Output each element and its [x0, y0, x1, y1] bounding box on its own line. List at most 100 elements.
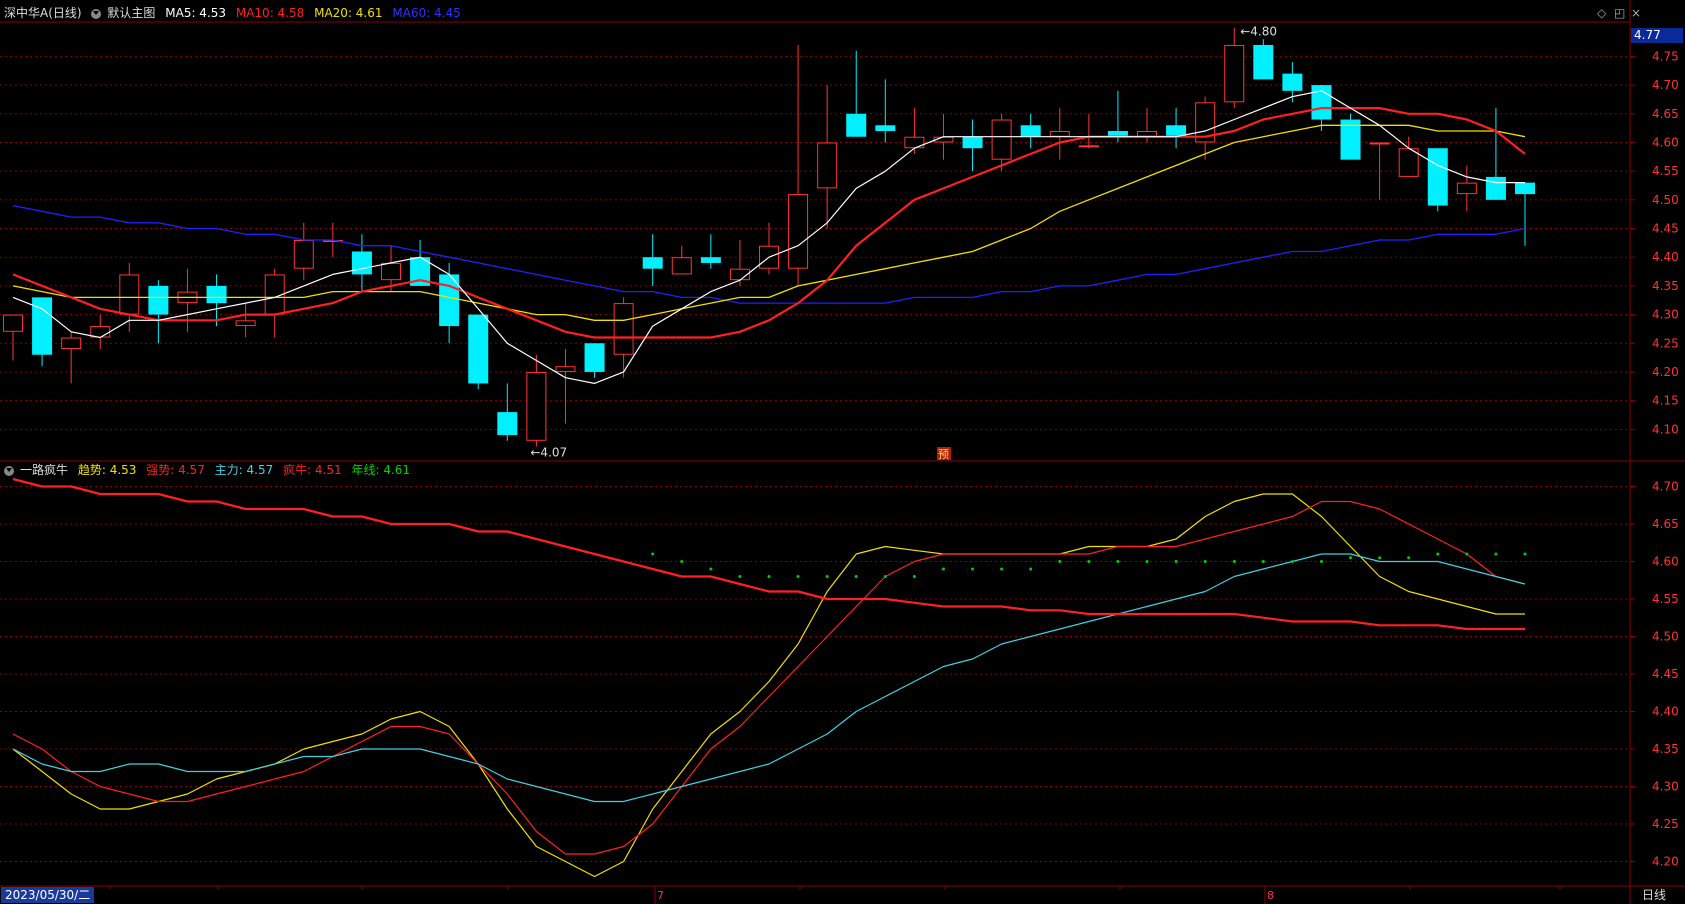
- price-tick-label: 4.30: [1652, 308, 1679, 322]
- month-label: 7: [657, 889, 664, 902]
- strong-value: 强势: 4.57: [146, 463, 205, 477]
- month-label: 8: [1267, 889, 1274, 902]
- candlestick-series[interactable]: [3, 27, 1536, 447]
- year-line-dot: [1058, 560, 1062, 563]
- year-line-dot: [1523, 552, 1527, 556]
- annotations: ←4.80 ←4.07 预: [530, 25, 1277, 461]
- price-tick-label: 4.50: [1652, 193, 1679, 207]
- year-line-dot: [1000, 567, 1004, 571]
- candle: [1340, 113, 1361, 160]
- candle: [235, 303, 256, 338]
- price-tick-label: 4.35: [1652, 279, 1679, 293]
- candle-body: [526, 371, 547, 441]
- high-price-label: ←4.80: [1240, 25, 1277, 39]
- candle-body: [119, 274, 140, 315]
- candle-body: [1282, 73, 1303, 91]
- candle: [410, 240, 431, 286]
- year-line-dot: [1494, 552, 1498, 556]
- candle-body: [788, 194, 809, 269]
- price-tick-label: 4.20: [1652, 365, 1679, 379]
- indicator-name[interactable]: 一路疯牛: [20, 463, 68, 477]
- year-line-dot: [1029, 567, 1033, 571]
- candle: [148, 280, 169, 344]
- candle-body: [206, 285, 227, 304]
- candle-body: [613, 303, 634, 355]
- candle: [962, 119, 983, 172]
- candle: [177, 268, 198, 332]
- candle-body: [1078, 145, 1099, 148]
- price-tick-label: 4.10: [1652, 422, 1679, 436]
- candle-body: [1398, 148, 1419, 177]
- candle-body: [293, 240, 314, 269]
- candle-body: [235, 320, 256, 327]
- indicator-tick-label: 4.50: [1652, 630, 1679, 644]
- candle-body: [700, 257, 721, 263]
- candle-body: [671, 257, 692, 275]
- candle: [759, 222, 779, 275]
- candle-body: [555, 366, 576, 372]
- indicator-dropdown-icon[interactable]: [4, 465, 14, 476]
- year-line-value: 年线: 4.61: [351, 463, 411, 477]
- year-line-dot: [651, 552, 655, 556]
- candle: [1166, 108, 1187, 149]
- year-line-dot: [1203, 560, 1207, 563]
- candle: [1049, 108, 1070, 160]
- main-force-value: 主力: 4.57: [214, 463, 274, 477]
- year-line-dot: [1465, 552, 1469, 556]
- main-grid: [0, 55, 1630, 430]
- year-line-dot: [1087, 560, 1091, 563]
- candle-body: [584, 343, 605, 372]
- candle-body: [1427, 148, 1448, 206]
- candle: [642, 234, 663, 286]
- current-price-tag: 4.77: [1631, 28, 1683, 43]
- candle-body: [1369, 142, 1390, 145]
- price-tick-label: 4.60: [1652, 135, 1679, 149]
- indicator-tick-label: 4.65: [1652, 517, 1679, 531]
- template-label[interactable]: 默认主图: [107, 6, 155, 20]
- candle: [1515, 182, 1535, 246]
- candle-body: [1485, 176, 1506, 200]
- year-line-dot: [767, 575, 771, 578]
- close-icon[interactable]: ×: [1631, 6, 1641, 20]
- candle-body: [962, 136, 983, 149]
- candle: [1456, 165, 1477, 212]
- candle-body: [497, 412, 518, 436]
- year-line-dot: [1116, 560, 1120, 563]
- indicator-axis: 4.20 4.25 4.30 4.35 4.40 4.45 4.50 4.55 4.60 4.65…: [1630, 480, 1679, 869]
- candle: [468, 314, 489, 390]
- candle-body: [991, 119, 1012, 160]
- candle-body: [468, 314, 489, 384]
- symbol-label[interactable]: 深中华A(日线): [4, 6, 82, 20]
- year-line-dot: [796, 575, 800, 578]
- candle-body: [3, 314, 23, 332]
- candle-body: [875, 125, 896, 131]
- bull-line: [12, 477, 1525, 631]
- chart-area[interactable]: 78 4.104.154.204.254.304.354.404.454.504…: [0, 0, 1685, 904]
- pre-marker-label: 预: [938, 448, 949, 461]
- year-line-dot: [1261, 560, 1265, 563]
- main-chart-header: 深中华A(日线) 默认主图 MA5: 4.53 MA10: 4.58 MA20:…: [4, 4, 467, 22]
- restore-icon[interactable]: ◰: [1614, 6, 1625, 20]
- period-label[interactable]: 日线: [1642, 887, 1666, 903]
- price-tick-label: 4.15: [1652, 394, 1679, 408]
- candle: [526, 354, 547, 447]
- dropdown-icon[interactable]: [91, 8, 102, 19]
- candle: [1485, 108, 1506, 200]
- diamond-icon[interactable]: ◇: [1597, 6, 1606, 20]
- candle-body: [1224, 44, 1245, 103]
- indicator-tick-label: 4.60: [1652, 555, 1679, 569]
- trend-value: 趋势: 4.53: [77, 463, 137, 477]
- candle: [1224, 27, 1245, 109]
- year-line-dot: [1378, 556, 1382, 560]
- year-line-dot: [1232, 560, 1236, 563]
- candle-body: [846, 113, 867, 137]
- ma60-value: MA60: 4.45: [392, 6, 461, 20]
- candle: [61, 331, 82, 384]
- candle: [90, 314, 111, 349]
- price-tick-label: 4.70: [1652, 78, 1679, 92]
- candle-body: [642, 257, 663, 269]
- year-line-dot: [1436, 552, 1440, 556]
- indicator-tick-label: 4.20: [1652, 855, 1679, 869]
- candle: [555, 349, 576, 424]
- indicator-tick-label: 4.40: [1652, 705, 1679, 719]
